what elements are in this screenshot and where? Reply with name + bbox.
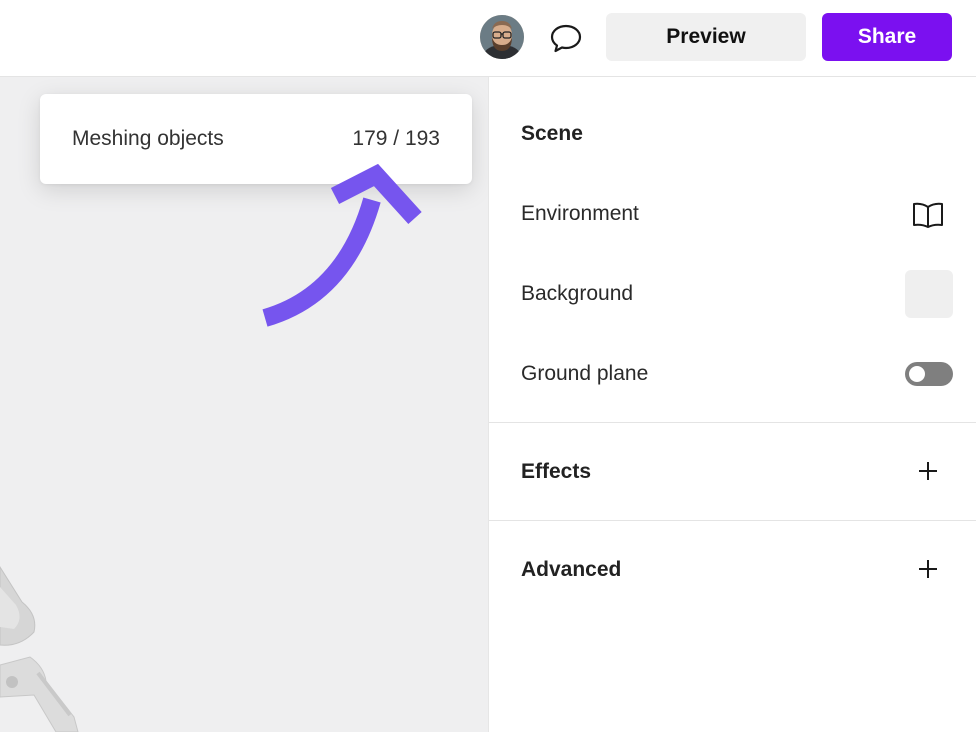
background-color-swatch[interactable] (905, 270, 953, 318)
advanced-section-title: Advanced (521, 558, 622, 581)
annotation-arrow-icon (262, 163, 422, 327)
properties-panel: Scene Environment Background Ground plan… (488, 77, 976, 732)
share-button[interactable]: Share (822, 13, 952, 61)
add-advanced-plus-icon[interactable] (917, 558, 939, 580)
section-divider (489, 520, 976, 521)
add-effect-plus-icon[interactable] (917, 460, 939, 482)
effects-section-title: Effects (521, 460, 592, 483)
preview-button[interactable]: Preview (606, 13, 806, 61)
section-divider (489, 422, 976, 423)
environment-label: Environment (521, 202, 639, 225)
top-bar: Preview Share (0, 0, 976, 77)
ground-plane-label: Ground plane (521, 362, 649, 385)
scene-section-title: Scene (521, 122, 583, 145)
background-label: Background (521, 282, 634, 305)
toggle-knob (909, 366, 925, 382)
canvas-viewport[interactable]: Meshing objects 179 / 193 (0, 77, 488, 732)
ground-plane-toggle[interactable] (905, 362, 953, 386)
environment-book-icon[interactable] (911, 201, 945, 229)
3d-model-object (0, 566, 79, 732)
user-avatar[interactable] (480, 15, 524, 59)
comment-icon[interactable] (548, 22, 584, 54)
avatar-image (480, 15, 524, 59)
